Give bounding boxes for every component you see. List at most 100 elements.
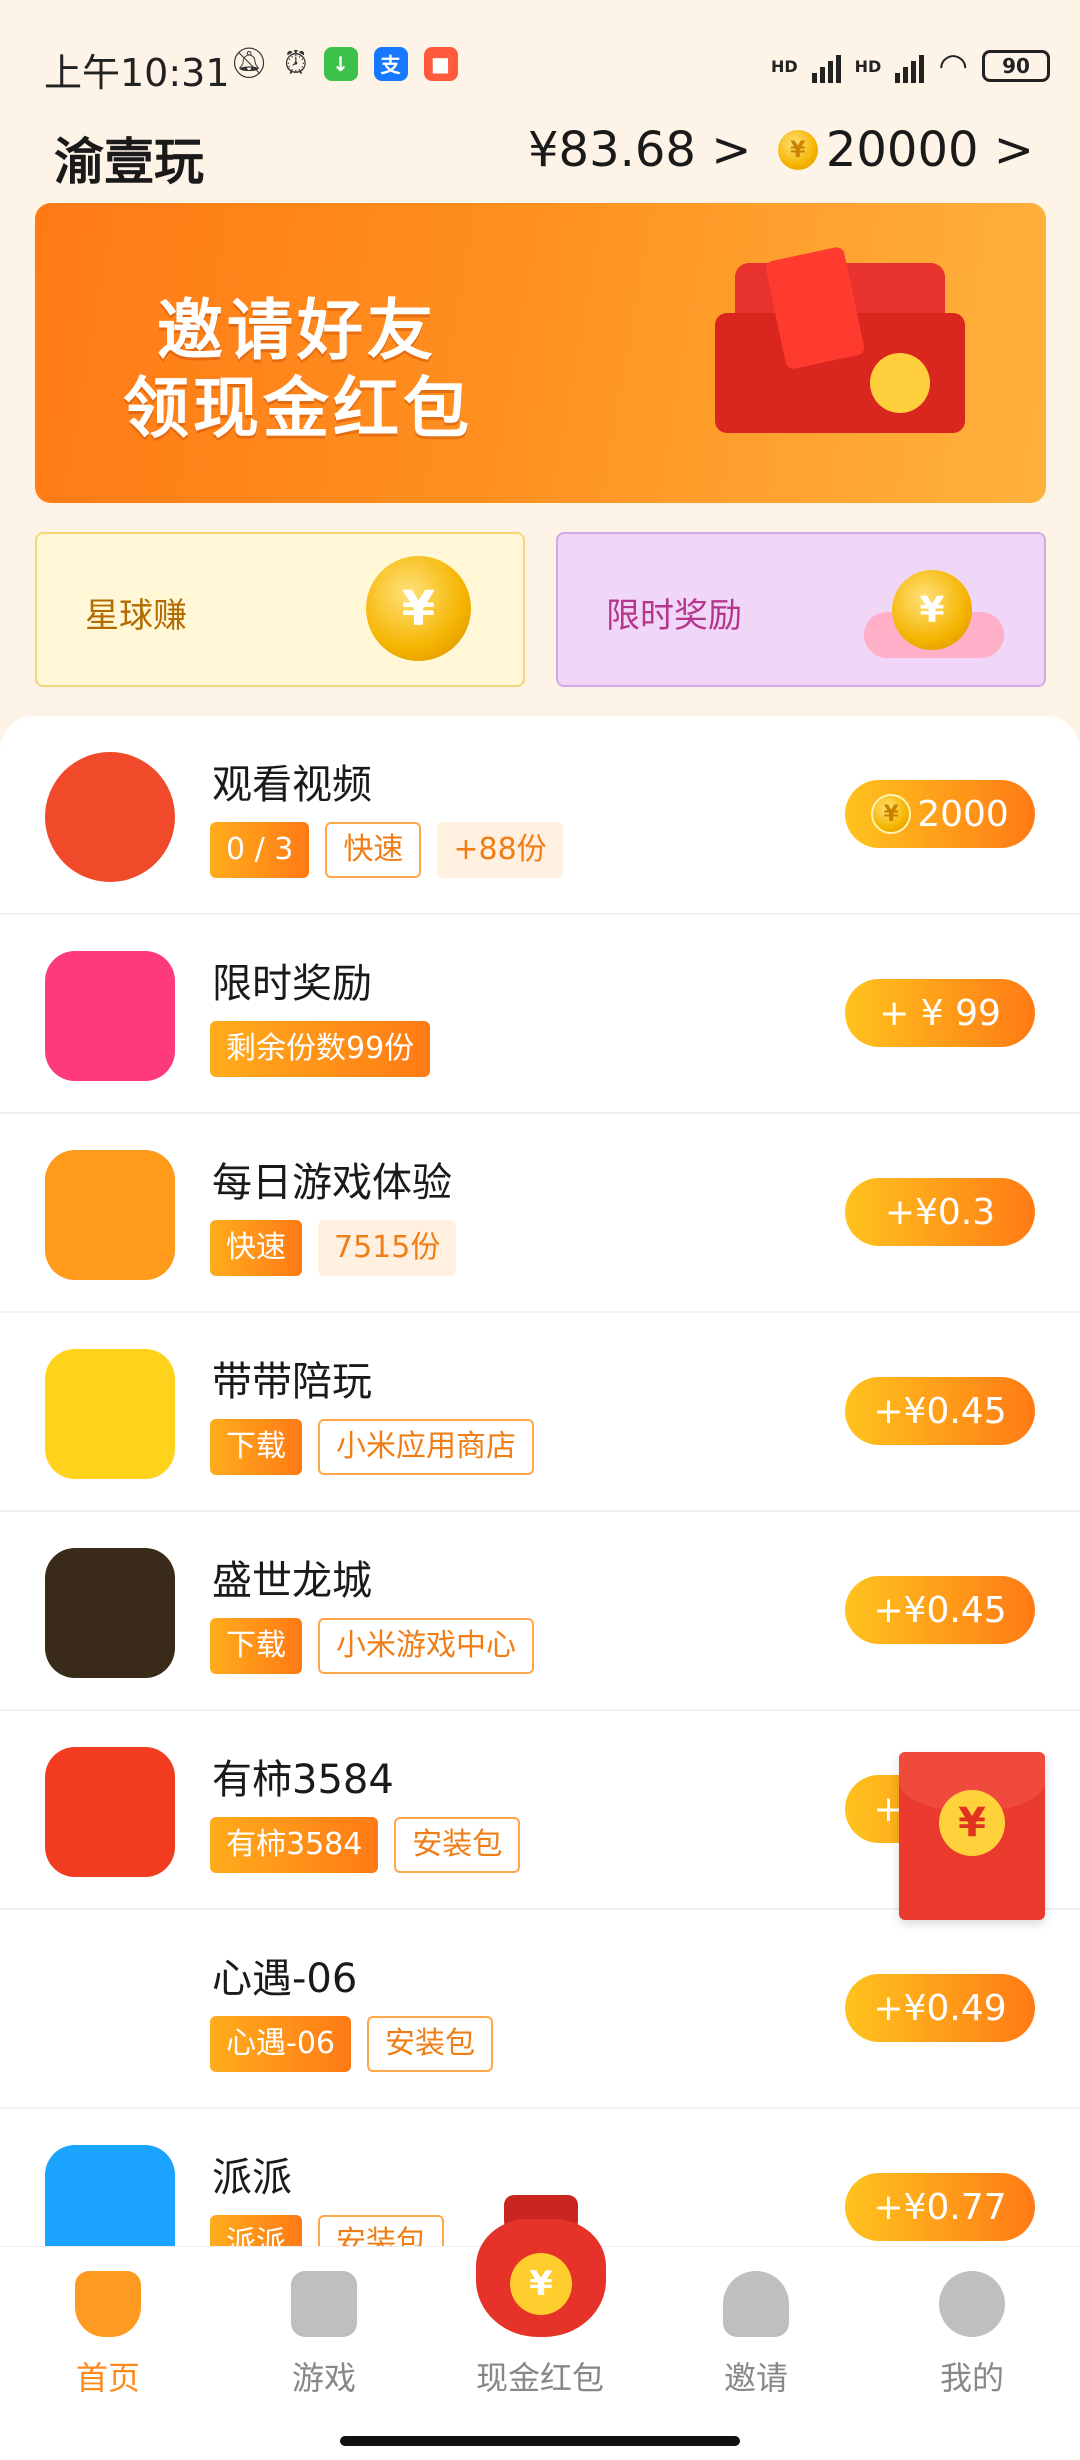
signal-icon-2	[895, 49, 925, 83]
task-row[interactable]: 心遇-06 心遇-06 安装包 +¥0.49	[0, 1910, 1080, 2109]
task-row[interactable]: 观看视频 0 / 3 快速 +88份 ¥2000	[0, 716, 1080, 915]
status-system-icons: HD HD ◠ 90	[771, 46, 1050, 86]
banner-line2: 领现金红包	[123, 370, 473, 447]
cat-mascot-icon	[45, 1349, 175, 1479]
reward-button[interactable]: +¥0.3	[845, 1178, 1035, 1246]
reward-button[interactable]: ¥2000	[845, 780, 1035, 848]
planet-coin-icon: ¥	[366, 556, 471, 661]
task-tag: 安装包	[318, 2215, 444, 2246]
eye-sparkle-icon	[45, 1747, 175, 1877]
money-bag-icon[interactable]: ¥	[468, 2189, 614, 2339]
task-tag: +88份	[437, 822, 563, 878]
task-row[interactable]: 盛世龙城下载 小米游戏中心 +¥0.45	[0, 1512, 1080, 1711]
coins-value: 20000 >	[825, 122, 1034, 178]
task-tag: 安装包	[394, 1817, 521, 1873]
nav-games-label: 游戏	[291, 2359, 356, 2397]
coin-icon: ¥	[871, 794, 912, 834]
coin-icon: ¥	[777, 130, 818, 170]
reward-value: +¥0.49	[873, 1987, 1007, 2029]
task-tags: 下载 小米应用商店	[210, 1419, 534, 1475]
task-title: 派派	[212, 2155, 292, 2201]
video-play-icon	[45, 752, 175, 882]
reward-value: +¥0.45	[873, 1589, 1007, 1631]
floating-red-packet[interactable]: ¥	[899, 1752, 1045, 1920]
reward-button[interactable]: +¥0.45	[845, 1576, 1035, 1644]
task-tag: 7515份	[318, 1220, 457, 1276]
task-row[interactable]: 每日游戏体验快速 7515份 +¥0.3	[0, 1114, 1080, 1313]
status-bar: 上午10:31 🔕︎ ⏰︎ ↓ 支 ■ HD HD ◠ 90	[0, 0, 1080, 125]
status-time: 上午10:31	[44, 51, 230, 95]
task-list: 观看视频 0 / 3 快速 +88份 ¥2000 限时奖励剩余份数99份 + ¥ 99 每日游…	[0, 716, 1080, 2246]
task-row[interactable]: 限时奖励剩余份数99份 + ¥ 99	[0, 915, 1080, 1114]
profile-icon	[939, 2271, 1005, 2337]
app-title: 渝壹玩	[54, 133, 204, 191]
heart-icon	[45, 1946, 175, 2076]
planet-earn-card[interactable]: 星球赚 ¥	[35, 532, 525, 687]
reward-button[interactable]: + ¥ 99	[845, 979, 1035, 1047]
coins-link[interactable]: ¥ 20000 >	[777, 122, 1034, 178]
task-tag: 安装包	[367, 2016, 493, 2072]
task-tag: 下载	[210, 1419, 302, 1475]
nav-invite[interactable]: 邀请	[656, 2271, 856, 2399]
red-packet-box-illustration	[715, 245, 965, 433]
task-tag: 快速	[210, 1220, 302, 1276]
task-tag: 0 / 3	[210, 822, 310, 878]
reward-value: 2000	[917, 793, 1009, 835]
nav-home-label: 首页	[75, 2359, 140, 2397]
task-tag: 剩余份数99份	[210, 1021, 431, 1077]
coin-clock-icon	[45, 1150, 175, 1280]
home-indicator[interactable]	[340, 2436, 740, 2446]
task-row[interactable]: 带带陪玩下载 小米应用商店 +¥0.45	[0, 1313, 1080, 1512]
top-header: 渝壹玩 ¥83.68 > ¥ 20000 >	[0, 118, 1080, 191]
dragon-game-icon	[45, 1548, 175, 1678]
gamepad-icon	[291, 2271, 357, 2337]
task-tag: 心遇-06	[210, 2016, 351, 2072]
status-notification-icons: 🔕︎ ⏰︎ ↓ 支 ■	[230, 46, 458, 81]
task-title: 盛世龙城	[212, 1558, 372, 1604]
paipai-icon	[45, 2145, 175, 2246]
invite-user-icon	[723, 2271, 789, 2337]
balance-link[interactable]: ¥83.68 >	[528, 122, 751, 178]
task-tag: 小米游戏中心	[318, 1618, 534, 1674]
download-icon	[45, 951, 175, 1081]
reward-button[interactable]: +¥0.77	[845, 2173, 1035, 2241]
signal-label-1: HD	[770, 56, 798, 76]
alarm-icon: ⏰︎	[284, 46, 308, 81]
bottom-nav: 首页 游戏 现金红包 ¥ 邀请 我的	[0, 2195, 1080, 2460]
nav-home[interactable]: 首页	[8, 2271, 208, 2399]
task-title: 限时奖励	[212, 961, 372, 1007]
alipay-icon: 支	[373, 46, 408, 81]
reward-value: +¥0.3	[884, 1191, 996, 1233]
task-title: 有柿3584	[212, 1757, 394, 1803]
reward-value: +¥0.45	[873, 1390, 1007, 1432]
task-tags: 下载 小米游戏中心	[210, 1618, 534, 1674]
nav-profile[interactable]: 我的	[872, 2271, 1072, 2399]
home-icon	[75, 2271, 141, 2337]
task-tag: 小米应用商店	[318, 1419, 534, 1475]
reward-value: +¥0.77	[873, 2186, 1007, 2228]
task-tag: 有柿3584	[210, 1817, 379, 1873]
task-tag: 下载	[210, 1618, 302, 1674]
task-tags: 快速 7515份	[210, 1220, 457, 1276]
app-notify-icon: ■	[423, 46, 458, 81]
limited-reward-card[interactable]: 限时奖励 ¥	[556, 532, 1046, 687]
hands-coin-icon: ¥	[892, 570, 972, 650]
task-tag: 派派	[210, 2215, 302, 2246]
mute-icon: 🔕︎	[230, 46, 269, 81]
reward-button[interactable]: +¥0.45	[845, 1377, 1035, 1445]
nav-profile-label: 我的	[939, 2359, 1004, 2397]
task-title: 每日游戏体验	[212, 1160, 452, 1206]
signal-icon	[811, 49, 841, 83]
wifi-icon: ◠	[938, 46, 968, 86]
task-title: 带带陪玩	[212, 1359, 372, 1405]
task-tags: 心遇-06 安装包	[210, 2016, 493, 2072]
signal-label-2: HD	[854, 56, 882, 76]
reward-button[interactable]: +¥0.49	[845, 1974, 1035, 2042]
battery-icon: 90	[982, 50, 1050, 82]
reward-value: + ¥ 99	[879, 992, 1001, 1034]
task-title: 观看视频	[212, 762, 372, 808]
invite-banner[interactable]: 邀请好友 领现金红包	[35, 203, 1046, 503]
nav-cash-label: 现金红包	[475, 2359, 604, 2397]
nav-games[interactable]: 游戏	[224, 2271, 424, 2399]
task-title: 心遇-06	[212, 1956, 358, 2002]
